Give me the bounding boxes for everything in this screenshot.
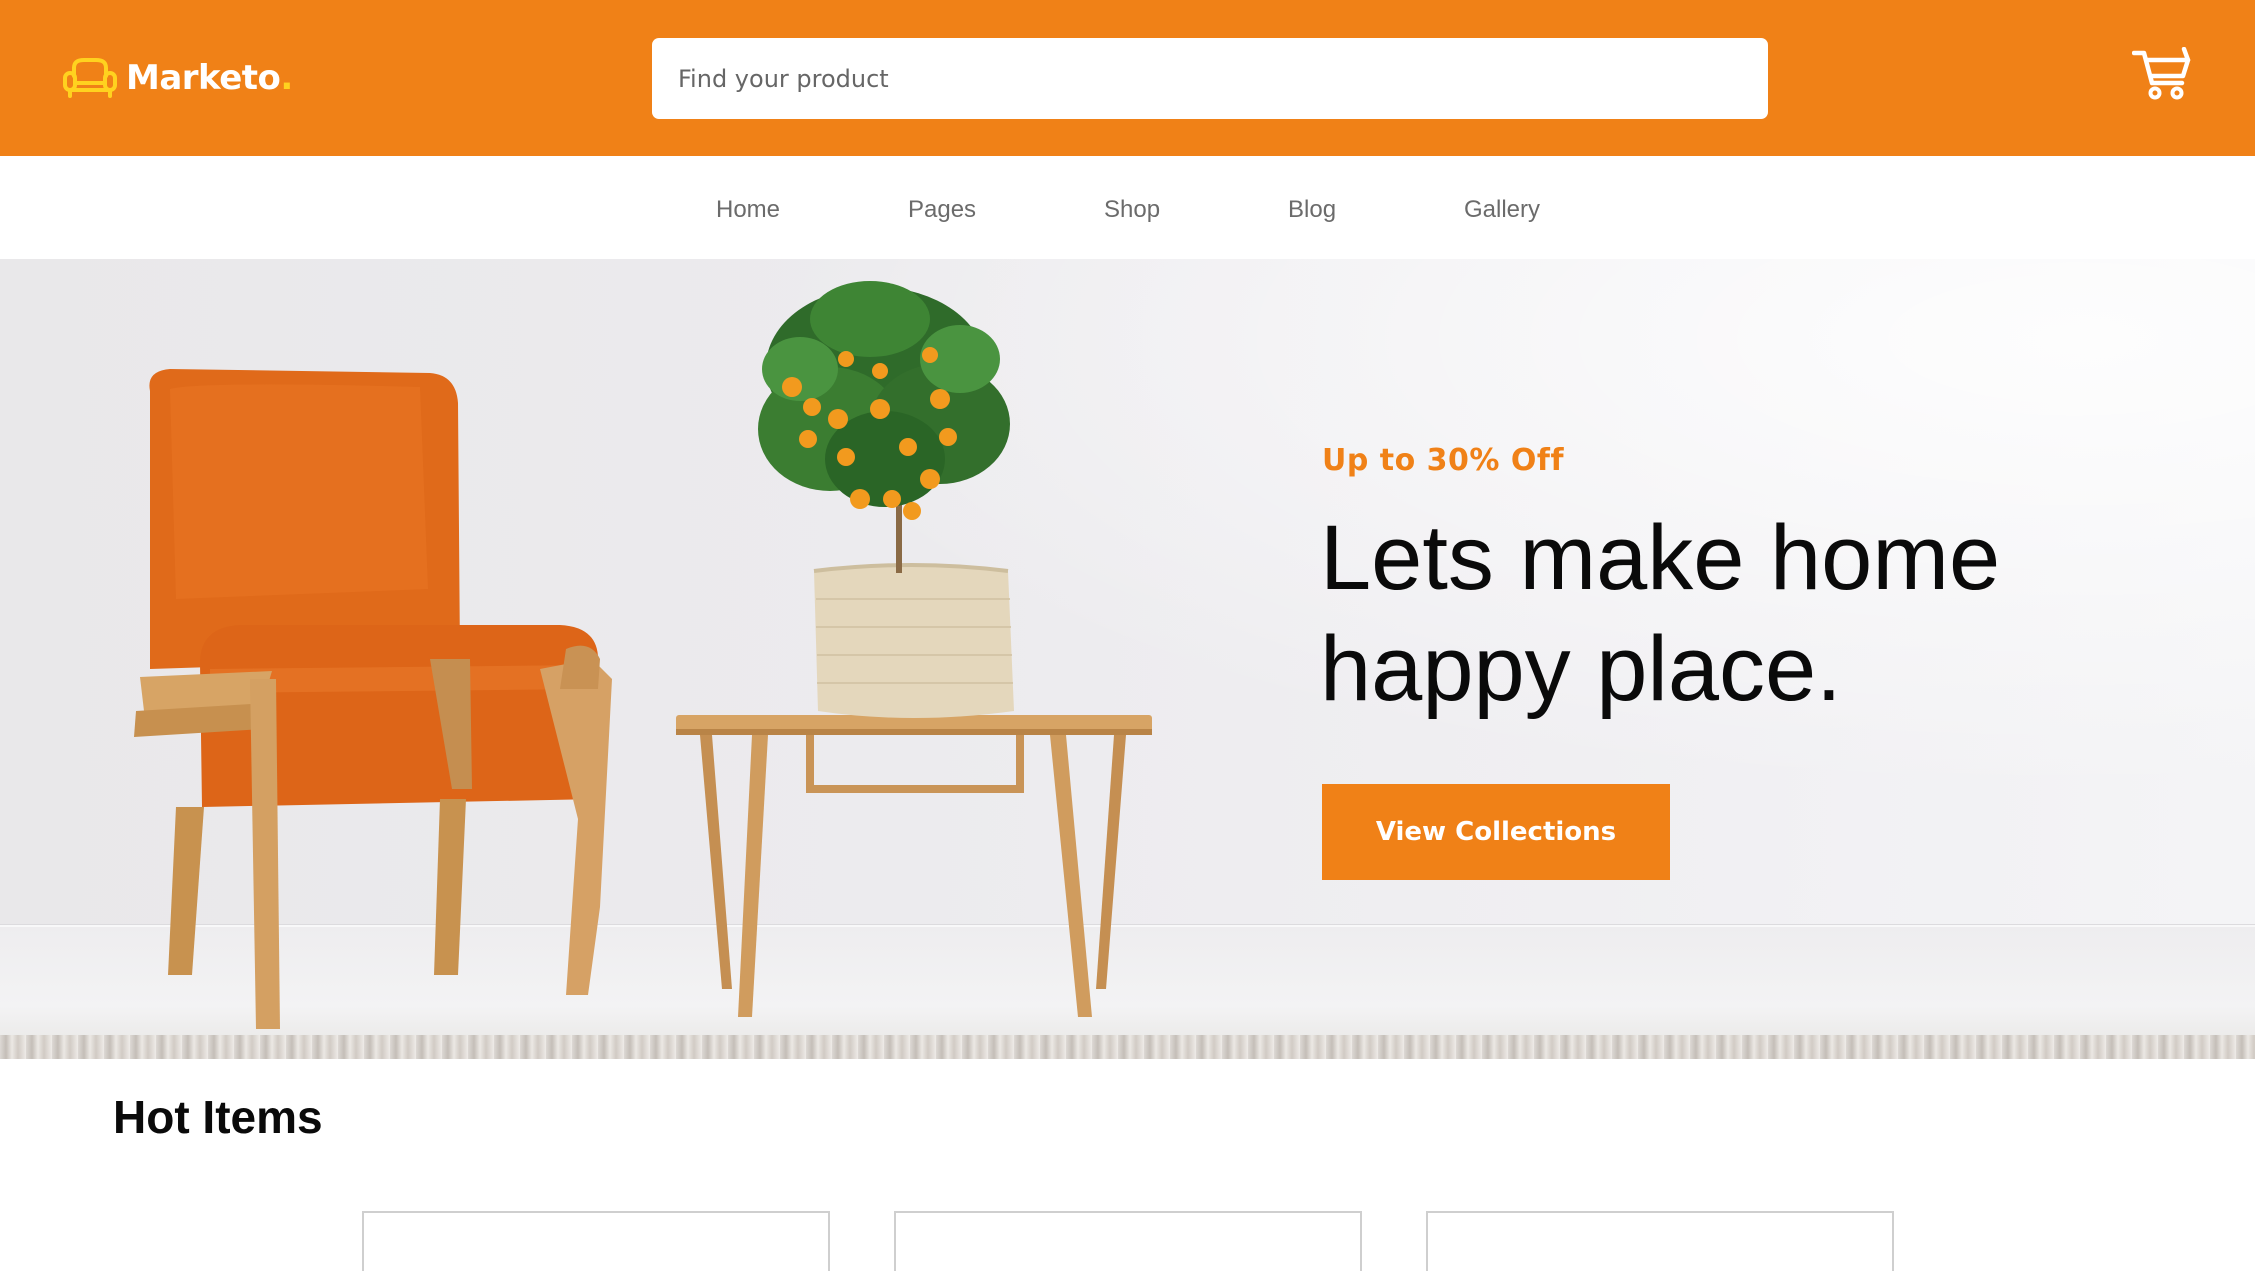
hero-headline: Lets make home happy place. — [1320, 503, 2160, 725]
plant-basket — [813, 489, 1014, 718]
hero-headline-line1: Lets make home — [1320, 507, 2001, 609]
hero-furniture-image — [134, 281, 1152, 1029]
promo-text: Up to 30% Off — [1322, 443, 1565, 478]
product-card[interactable] — [1426, 1211, 1894, 1271]
side-table — [676, 715, 1152, 1017]
brand-name: Marketo — [126, 58, 281, 98]
hero-headline-line2: happy place. — [1320, 618, 1842, 720]
nav-item-home[interactable]: Home — [716, 196, 780, 224]
nav-item-pages[interactable]: Pages — [908, 196, 976, 224]
armchair — [134, 369, 612, 1029]
orange-tree — [758, 281, 1010, 520]
hero-banner: Up to 30% Off Lets make home happy place… — [0, 259, 2255, 1059]
brand-logo[interactable]: Marketo. — [62, 55, 293, 101]
nav-item-shop[interactable]: Shop — [1104, 196, 1160, 224]
top-header: Marketo. — [0, 0, 2255, 156]
cart-icon[interactable] — [2132, 47, 2192, 101]
sofa-icon — [63, 58, 117, 98]
view-collections-button[interactable]: View Collections — [1322, 784, 1670, 880]
search-input[interactable] — [652, 38, 1768, 119]
brand-dot: . — [280, 58, 294, 98]
product-card[interactable] — [894, 1211, 1362, 1271]
main-nav: Home Pages Shop Blog Gallery — [0, 156, 2255, 259]
section-title-hot-items: Hot Items — [113, 1091, 323, 1143]
nav-item-gallery[interactable]: Gallery — [1464, 196, 1540, 224]
product-card[interactable] — [362, 1211, 830, 1271]
nav-item-blog[interactable]: Blog — [1288, 196, 1336, 224]
